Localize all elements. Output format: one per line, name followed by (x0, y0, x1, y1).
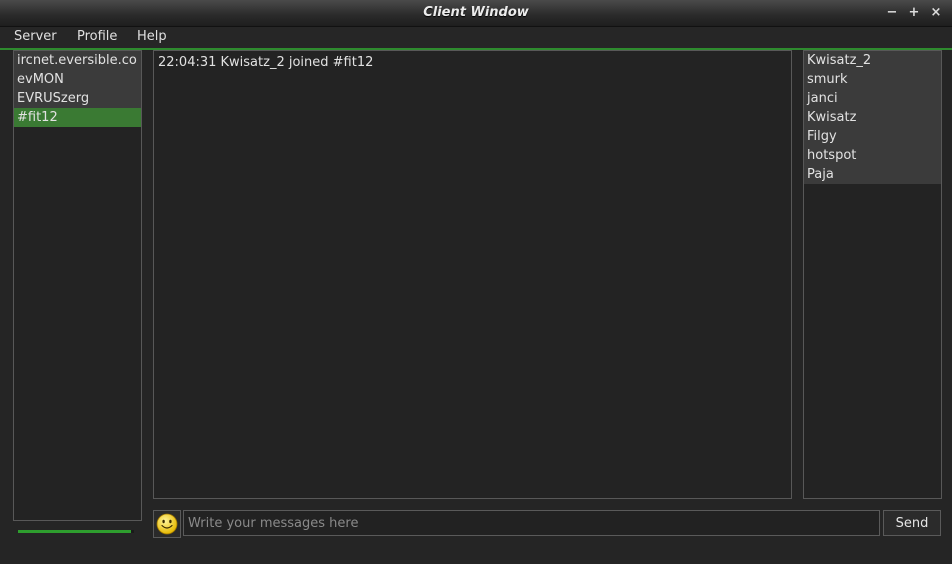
channel-item-evmon[interactable]: evMON (14, 70, 141, 89)
close-icon[interactable]: × (928, 5, 944, 21)
chat-message: 22:04:31 Kwisatz_2 joined #fit12 (158, 55, 374, 70)
menu-bar: Server Profile Help (0, 27, 952, 50)
user-item[interactable]: janci (804, 89, 941, 108)
channel-item-server[interactable]: ircnet.eversible.co (14, 51, 141, 70)
user-item[interactable]: Kwisatz (804, 108, 941, 127)
message-input[interactable] (183, 510, 880, 536)
menu-help[interactable]: Help (137, 29, 167, 44)
user-item[interactable]: smurk (804, 70, 941, 89)
user-item[interactable]: Kwisatz_2 (804, 51, 941, 70)
channel-item-fit12[interactable]: #fit12 (14, 108, 141, 127)
channel-list: ircnet.eversible.co evMON EVRUSzerg #fit… (13, 50, 142, 521)
channel-item-evruszerg[interactable]: EVRUSzerg (14, 89, 141, 108)
connection-progress-fill (18, 530, 131, 533)
menu-server[interactable]: Server (14, 29, 57, 44)
chat-log: 22:04:31 Kwisatz_2 joined #fit12 (153, 50, 792, 499)
emoji-button[interactable] (153, 510, 181, 538)
user-item[interactable]: Paja (804, 165, 941, 184)
window-title: Client Window (423, 5, 529, 20)
smiley-icon (156, 513, 178, 535)
send-button[interactable]: Send (883, 510, 941, 536)
minimize-icon[interactable]: − (884, 5, 900, 21)
maximize-icon[interactable]: + (906, 5, 922, 21)
title-bar: Client Window − + × (0, 0, 952, 27)
menu-profile[interactable]: Profile (77, 29, 117, 44)
user-item[interactable]: Filgy (804, 127, 941, 146)
user-item[interactable]: hotspot (804, 146, 941, 165)
user-list: Kwisatz_2 smurk janci Kwisatz Filgy hots… (803, 50, 942, 499)
connection-progress (18, 530, 134, 533)
